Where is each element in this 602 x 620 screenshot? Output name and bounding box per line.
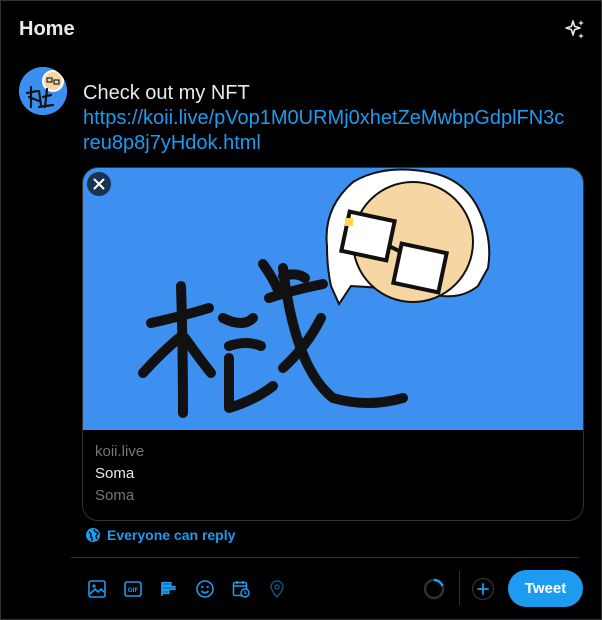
tweet-link-line-2[interactable]: reu8p8j7yHdok.html	[83, 131, 583, 156]
card-title: Soma	[95, 465, 135, 482]
compose-toolbar: GIF	[79, 575, 295, 603]
tweet-link-line-1[interactable]: https://koii.live/pVop1M0URMj0xhetZeMwbp…	[83, 106, 583, 131]
toolbar-separator	[459, 571, 460, 605]
svg-text:GIF: GIF	[128, 587, 139, 594]
poll-icon[interactable]	[151, 575, 187, 603]
plus-circle-icon[interactable]	[471, 577, 495, 601]
card-meta: koii.live Soma Soma	[83, 431, 583, 517]
gif-icon[interactable]: GIF	[115, 575, 151, 603]
card-description: Soma	[95, 487, 135, 504]
emoji-icon[interactable]	[187, 575, 223, 603]
link-preview-card[interactable]: koii.live Soma Soma	[82, 167, 584, 521]
sparkle-icon[interactable]	[563, 18, 587, 42]
schedule-icon[interactable]	[223, 575, 259, 603]
card-domain: koii.live	[95, 443, 145, 460]
close-icon	[93, 178, 105, 190]
remove-card-button[interactable]	[87, 172, 111, 196]
tweet-text-input[interactable]: Check out my NFT https://koii.live/pVop1…	[83, 81, 583, 156]
page-title: Home	[19, 18, 75, 40]
image-icon[interactable]	[79, 575, 115, 603]
tweet-button[interactable]: Tweet	[508, 570, 583, 607]
location-icon[interactable]	[259, 575, 295, 603]
header: Home	[1, 1, 601, 59]
character-counter	[422, 577, 446, 601]
reply-setting-label: Everyone can reply	[107, 527, 236, 543]
compose-window: Home Check out my NFT https://koii.live/…	[0, 0, 602, 620]
avatar[interactable]	[19, 67, 67, 115]
divider	[71, 557, 579, 558]
reply-setting-button[interactable]: Everyone can reply	[85, 525, 235, 545]
card-image	[83, 168, 583, 430]
globe-icon	[86, 528, 100, 542]
tweet-text: Check out my NFT	[83, 82, 250, 104]
